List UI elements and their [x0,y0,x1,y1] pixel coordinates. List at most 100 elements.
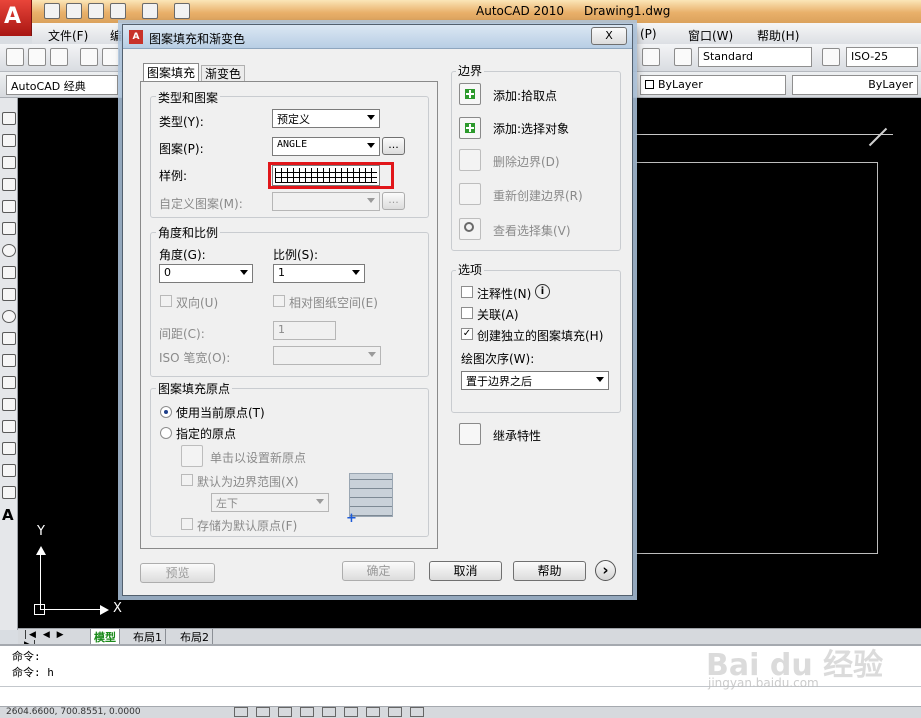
specified-origin-radio[interactable] [160,427,172,439]
associative-checkbox[interactable] [461,307,473,319]
store-default-checkbox[interactable] [181,518,193,530]
hatch-icon[interactable] [2,420,16,433]
snap-mode-icon[interactable] [234,707,248,717]
open-icon[interactable] [66,3,82,19]
revision-cloud-icon[interactable] [2,266,16,279]
arc-icon[interactable] [2,222,16,235]
object-snap-tracking-icon[interactable] [344,707,358,717]
scale-select[interactable]: 1 [273,264,365,283]
polar-tracking-icon[interactable] [300,707,314,717]
add-pick-points-icon[interactable] [459,83,481,105]
annotative-label: 注释性(N) [477,287,532,301]
scale-value: 1 [278,266,285,279]
default-extent-checkbox[interactable] [181,474,193,486]
origin-position-select[interactable]: 左下 [211,493,329,512]
application-menu-button[interactable]: A [0,0,32,36]
plot-icon[interactable] [174,3,190,19]
ortho-mode-icon[interactable] [278,707,292,717]
dim-style-combo[interactable]: ISO-25 [846,47,918,67]
menu-parametric[interactable]: (P) [640,27,657,41]
info-icon[interactable]: i [535,284,550,299]
spline-icon[interactable] [2,288,16,301]
plot-icon[interactable] [80,48,98,66]
new-icon[interactable] [44,3,60,19]
dialog-close-button[interactable]: X [591,27,627,45]
help-button[interactable]: 帮助 [513,561,586,581]
ok-button[interactable]: 确定 [342,561,415,581]
text-style-combo[interactable]: Standard [698,47,812,67]
add-select-objects-icon[interactable] [459,117,481,139]
lineweight-icon[interactable] [410,707,424,717]
qnew-icon[interactable] [6,48,24,66]
open-icon[interactable] [28,48,46,66]
undo-icon[interactable] [110,3,126,19]
angle-select[interactable]: 0 [159,264,253,283]
draw-order-select[interactable]: 置于边界之后 [461,371,609,390]
table-icon[interactable] [2,486,16,499]
recreate-boundary-icon[interactable] [459,183,481,205]
menu-window[interactable]: 窗口(W) [688,27,733,44]
ellipse-arc-icon[interactable] [2,332,16,345]
tab-layout1[interactable]: 布局1 [130,629,166,645]
construction-line-icon[interactable] [2,134,16,147]
grid-display-icon[interactable] [256,707,270,717]
tab-layout2[interactable]: 布局2 [177,629,213,645]
tab-gradient[interactable]: 渐变色 [201,65,245,82]
preview-icon[interactable] [102,48,120,66]
ellipse-icon[interactable] [2,310,16,323]
insert-block-icon[interactable] [2,354,16,367]
double-checkbox[interactable] [160,295,172,307]
workspace-combo[interactable]: AutoCAD 经典 [6,75,118,95]
add-pick-points-label[interactable]: 添加:拾取点 [493,87,557,104]
menu-help[interactable]: 帮助(H) [757,27,799,44]
remove-boundaries-label[interactable]: 删除边界(D) [493,153,560,170]
pattern-select[interactable]: ANGLE [272,137,380,156]
add-select-objects-label[interactable]: 添加:选择对象 [493,120,569,137]
save-icon[interactable] [50,48,68,66]
relative-paper-checkbox[interactable] [273,295,285,307]
set-origin-icon[interactable] [181,445,203,467]
dynamic-input-icon[interactable] [388,707,402,717]
iso-pen-width-select[interactable] [273,346,381,365]
rectangle-icon[interactable] [2,200,16,213]
polygon-icon[interactable] [2,178,16,191]
pattern-browse-button[interactable]: ... [382,137,405,155]
view-selections-label[interactable]: 查看选择集(V) [493,222,571,239]
redo-icon[interactable] [142,3,158,19]
circle-icon[interactable] [2,244,16,257]
linetype-combo[interactable]: ByLayer [792,75,918,95]
point-icon[interactable] [2,398,16,411]
spacing-input[interactable]: 1 [273,321,336,340]
more-options-icon[interactable]: › [595,560,616,581]
multiline-text-icon[interactable]: A [2,506,14,524]
remove-boundaries-icon[interactable] [459,149,481,171]
save-icon[interactable] [88,3,104,19]
tab-hatch[interactable]: 图案填充 [143,63,199,82]
menu-edit[interactable]: 编 [110,27,122,44]
tab-nav-arrows-icon[interactable]: |◀ ◀ ▶ ▶| [24,630,84,650]
object-snap-icon[interactable] [322,707,336,717]
type-select[interactable]: 预定义 [272,109,380,128]
line-icon[interactable] [2,112,16,125]
annotative-checkbox[interactable] [461,286,473,298]
inherit-properties-label[interactable]: 继承特性 [493,427,541,444]
inherit-properties-icon[interactable] [459,423,481,445]
gradient-icon[interactable] [2,442,16,455]
dim-style-icon[interactable] [822,48,840,66]
menu-file[interactable]: 文件(F) [48,27,88,44]
make-block-icon[interactable] [2,376,16,389]
help-icon[interactable] [642,48,660,66]
independent-hatch-checkbox[interactable]: ✓ [461,328,473,340]
region-icon[interactable] [2,464,16,477]
text-style-icon[interactable] [674,48,692,66]
dynamic-ucs-icon[interactable] [366,707,380,717]
custom-pattern-browse-button[interactable]: ... [382,192,405,210]
color-combo[interactable]: ByLayer [640,75,786,95]
use-current-origin-radio[interactable] [160,406,172,418]
cancel-button[interactable]: 取消 [429,561,502,581]
custom-pattern-select[interactable] [272,192,380,211]
polyline-icon[interactable] [2,156,16,169]
view-selections-icon[interactable] [459,218,481,240]
recreate-boundary-label[interactable]: 重新创建边界(R) [493,187,583,204]
preview-button[interactable]: 预览 [140,563,215,583]
